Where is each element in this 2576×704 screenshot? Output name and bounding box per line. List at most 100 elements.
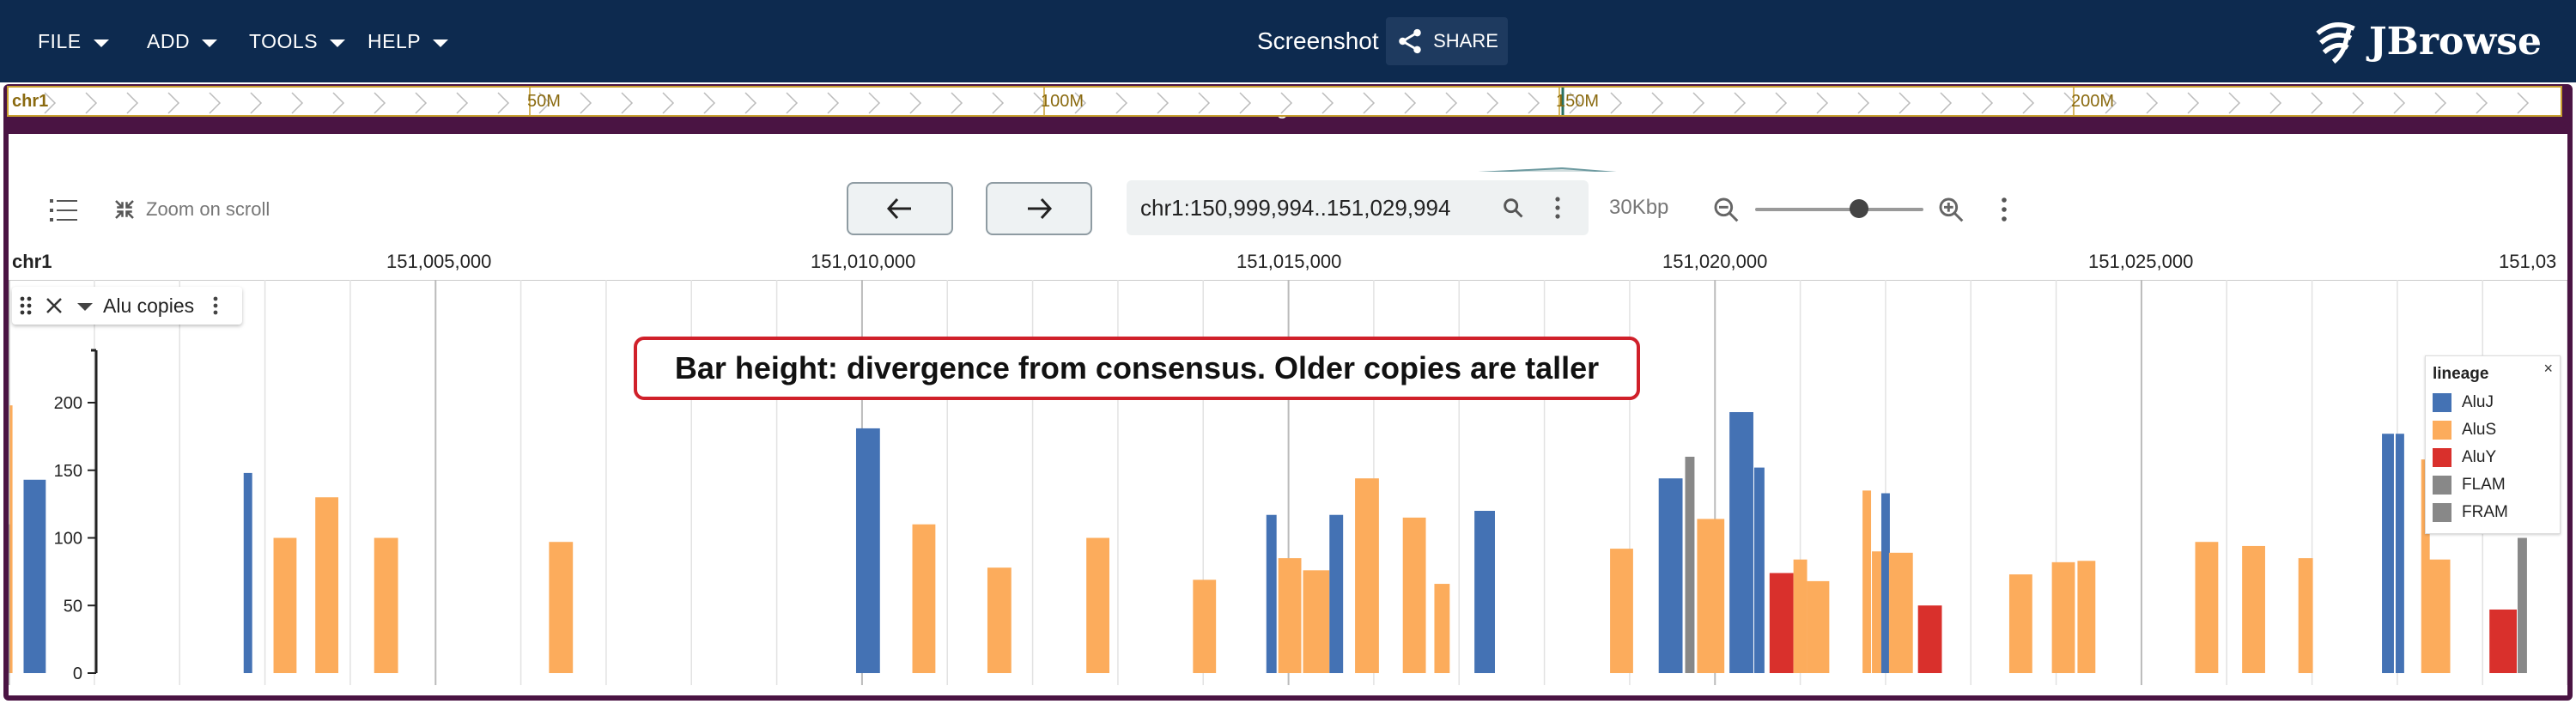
chevron-icon xyxy=(1610,92,1623,114)
alu-bar[interactable] xyxy=(9,405,13,673)
chevron-icon xyxy=(786,92,799,114)
alu-bar[interactable] xyxy=(1610,549,1633,673)
scroll-right-button[interactable] xyxy=(986,182,1092,235)
alu-bar[interactable] xyxy=(2395,434,2404,673)
alu-bar[interactable] xyxy=(1658,478,1683,673)
more-vert-icon[interactable] xyxy=(1552,196,1563,220)
session-title[interactable]: Screenshot xyxy=(1257,22,1379,60)
zoom-slider-thumb[interactable] xyxy=(1850,199,1868,218)
logo-text: JBrowse xyxy=(2368,19,2542,64)
alu-bar[interactable] xyxy=(1193,580,1217,673)
chevron-icon xyxy=(2269,92,2282,114)
chevron-icon xyxy=(1816,92,1829,114)
drag-handle-icon[interactable] xyxy=(19,295,33,316)
alu-bar[interactable] xyxy=(1769,573,1794,673)
chevron-down-icon xyxy=(202,39,218,47)
chevron-down-icon xyxy=(433,39,449,47)
zoom-out-icon[interactable] xyxy=(1712,196,1740,223)
alu-bar[interactable] xyxy=(1266,514,1277,673)
alu-bar[interactable] xyxy=(2382,434,2394,673)
alu-bar[interactable] xyxy=(912,524,936,673)
track-options-icon[interactable] xyxy=(211,295,220,316)
y-tick-label: 200 xyxy=(54,394,82,413)
arrow-left-icon xyxy=(886,197,911,220)
overview-scalebar[interactable]: chr1 50M 100M 150M 200M xyxy=(7,86,2562,117)
alu-bar[interactable] xyxy=(549,542,574,673)
alu-bar[interactable] xyxy=(1303,570,1330,673)
alu-bar[interactable] xyxy=(1862,490,1872,673)
alu-bar[interactable] xyxy=(2242,545,2265,673)
zoom-slider[interactable] xyxy=(1755,199,1923,218)
arrow-right-icon xyxy=(1028,197,1053,220)
legend-swatch xyxy=(2433,421,2451,440)
alu-bar[interactable] xyxy=(1888,552,1913,673)
chevron-icon xyxy=(85,92,98,114)
alu-bar[interactable] xyxy=(1880,493,1890,673)
track-label: Alu copies xyxy=(12,287,242,325)
legend-title: lineage xyxy=(2433,365,2489,383)
chevron-icon xyxy=(1528,92,1540,114)
overview-label-150m: 150M xyxy=(1556,92,1600,111)
jbrowse-logo-icon xyxy=(2316,22,2355,64)
alu-bar[interactable] xyxy=(1474,511,1495,673)
help-menu[interactable]: HELP xyxy=(368,24,449,58)
alu-bar[interactable] xyxy=(374,537,398,674)
chevron-icon xyxy=(1363,92,1376,114)
track-menu-caret-icon[interactable] xyxy=(77,302,93,311)
alu-bar[interactable] xyxy=(1402,517,1426,673)
alu-bar[interactable] xyxy=(2077,561,2096,673)
scroll-left-button[interactable] xyxy=(847,182,953,235)
alu-bar[interactable] xyxy=(1729,412,1753,673)
alu-bar[interactable] xyxy=(1807,580,1830,673)
alu-bar[interactable] xyxy=(1355,478,1379,673)
collapse-icon xyxy=(115,200,134,219)
alu-bar[interactable] xyxy=(1753,467,1765,673)
location-input[interactable] xyxy=(1139,192,1485,223)
legend-swatch xyxy=(2433,476,2451,495)
chevron-icon xyxy=(1940,92,1953,114)
alu-bar[interactable] xyxy=(987,567,1012,673)
chevron-icon xyxy=(744,92,757,114)
tools-menu[interactable]: TOOLS xyxy=(249,24,346,58)
alu-bar[interactable] xyxy=(1278,558,1302,673)
legend-close-icon[interactable]: × xyxy=(2543,360,2553,378)
chevron-icon xyxy=(909,92,922,114)
alu-bar[interactable] xyxy=(243,472,252,673)
zoom-in-icon[interactable] xyxy=(1937,196,1965,223)
alu-bar[interactable] xyxy=(1872,551,1882,673)
chevron-icon xyxy=(456,92,469,114)
alu-bar[interactable] xyxy=(1329,514,1344,673)
alu-bar[interactable] xyxy=(2195,542,2219,673)
alu-bar[interactable] xyxy=(273,537,297,674)
alu-bar[interactable] xyxy=(855,428,880,673)
overview-label-50m: 50M xyxy=(527,92,561,111)
alu-bar[interactable] xyxy=(1434,584,1450,673)
chevron-icon xyxy=(1157,92,1170,114)
chevron-icon xyxy=(1981,92,1994,114)
alu-bar[interactable] xyxy=(1086,537,1109,674)
add-menu[interactable]: ADD xyxy=(147,24,218,58)
alu-bar[interactable] xyxy=(315,497,339,673)
chevron-icon xyxy=(868,92,881,114)
share-button[interactable]: SHARE xyxy=(1386,17,1508,65)
search-icon[interactable] xyxy=(1501,196,1525,220)
alu-bar[interactable] xyxy=(2517,537,2527,674)
alu-bar[interactable] xyxy=(1697,519,1725,673)
alu-bar[interactable] xyxy=(2489,609,2517,673)
alu-bar[interactable] xyxy=(23,479,46,673)
alu-bar[interactable] xyxy=(2008,574,2032,673)
zoom-on-scroll-toggle[interactable]: Zoom on scroll xyxy=(112,196,270,223)
alu-bar[interactable] xyxy=(1685,457,1695,673)
alu-bar[interactable] xyxy=(1793,559,1807,673)
alu-bar[interactable] xyxy=(2424,559,2451,673)
chevron-icon xyxy=(1280,92,1293,114)
track-selector-icon[interactable] xyxy=(50,197,79,223)
file-menu[interactable]: FILE xyxy=(38,24,109,58)
view-options-icon[interactable] xyxy=(1999,196,2009,223)
chevron-icon xyxy=(1115,92,1128,114)
alu-bar[interactable] xyxy=(2298,558,2313,673)
alu-bar[interactable] xyxy=(1917,605,1942,673)
close-track-icon[interactable] xyxy=(45,296,64,315)
alu-bar[interactable] xyxy=(2051,561,2075,673)
legend-swatch xyxy=(2433,448,2451,467)
